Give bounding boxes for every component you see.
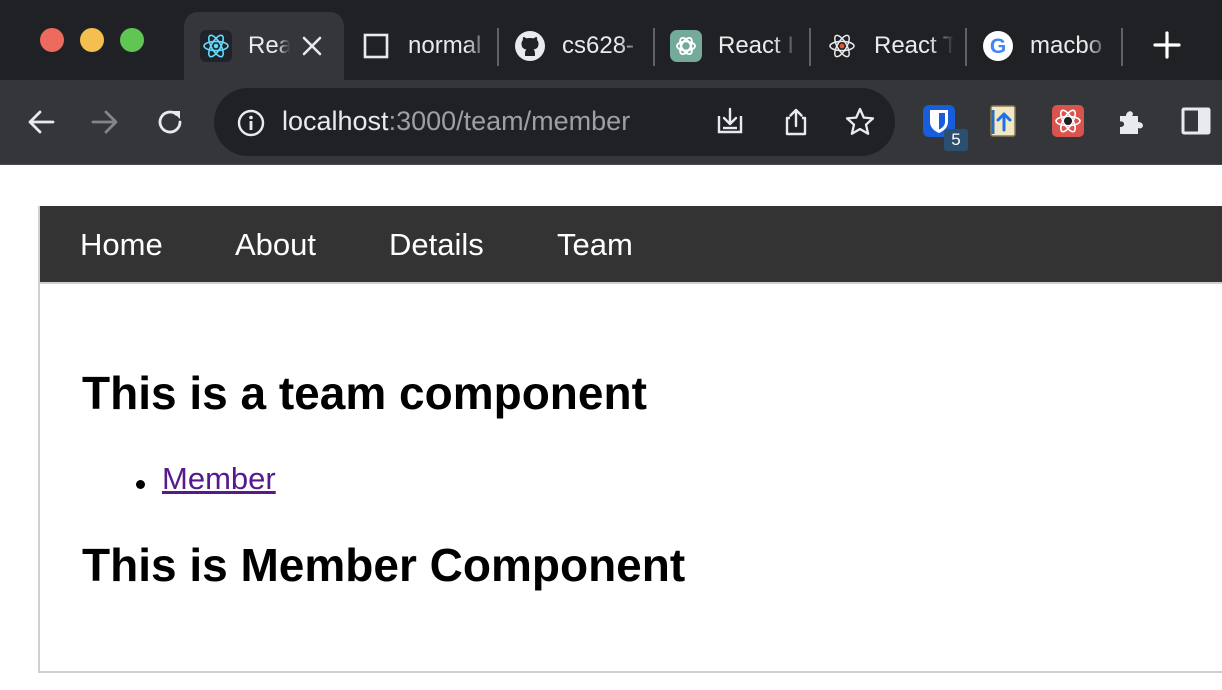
google-icon: G [982,30,1014,62]
site-info-icon[interactable] [236,108,266,138]
navbar: Home About Details Team [40,206,1222,284]
tab-react-chatgpt[interactable]: React I [670,12,800,80]
install-app-icon[interactable] [710,102,750,142]
github-icon [514,30,546,62]
tab-normal[interactable]: normal [360,12,490,80]
tab-strip: Rea normal cs628- React I React T G macb… [0,0,1222,80]
tab-react-active[interactable]: Rea [184,12,344,80]
nav-home-link[interactable]: Home [80,227,163,263]
new-tab-icon[interactable] [1152,30,1182,60]
share-icon[interactable] [776,102,816,142]
nav-about-link[interactable]: About [235,227,316,263]
window-maximize-button[interactable] [120,28,144,52]
tab-separator [497,28,499,66]
reload-icon[interactable] [148,100,192,144]
app-container: Home About Details Team This is a team c… [38,206,1222,673]
side-panel-icon[interactable] [1179,104,1213,138]
tab-title: normal [408,32,482,59]
back-icon[interactable] [19,100,63,144]
team-heading: This is a team component [82,367,647,419]
document-upload-extension-icon[interactable] [987,104,1021,138]
blank-page-icon [360,30,392,62]
tab-title: cs628- [562,32,635,59]
tab-separator [965,28,967,66]
list-bullet [136,480,145,489]
url-text[interactable]: localhost:3000/team/member [282,106,630,137]
react-icon [200,30,232,62]
nav-team-link[interactable]: Team [557,227,633,263]
address-bar[interactable]: localhost:3000/team/member [214,88,895,156]
chatgpt-icon [670,30,702,62]
tab-title: Rea [248,32,290,59]
url-path: :3000/team/member [388,106,631,136]
react-devtools-extension-icon[interactable] [1051,104,1085,138]
bookmark-star-icon[interactable] [840,102,880,142]
react-icon [826,30,858,62]
page-viewport: Home About Details Team This is a team c… [0,166,1222,690]
svg-text:G: G [990,35,1006,58]
tab-google-search[interactable]: G macbo [982,12,1112,80]
url-host: localhost [282,106,389,136]
bitwarden-badge: 5 [944,129,968,151]
member-link[interactable]: Member [162,461,276,497]
extensions-puzzle-icon[interactable] [1115,104,1149,138]
tab-title: macbo [1030,32,1103,59]
tab-title: React I [718,32,795,59]
tab-github[interactable]: cs628- [514,12,644,80]
window-close-button[interactable] [40,28,64,52]
member-heading: This is Member Component [82,539,686,591]
tab-close-icon[interactable] [300,34,324,58]
tab-react-t[interactable]: React T [826,12,956,80]
nav-details-link[interactable]: Details [389,227,484,263]
tab-separator [653,28,655,66]
tab-separator [809,28,811,66]
browser-toolbar: localhost:3000/team/member [0,80,1222,165]
tab-separator [1121,28,1123,66]
tab-title: React T [874,32,954,59]
window-minimize-button[interactable] [80,28,104,52]
forward-icon[interactable] [83,100,127,144]
